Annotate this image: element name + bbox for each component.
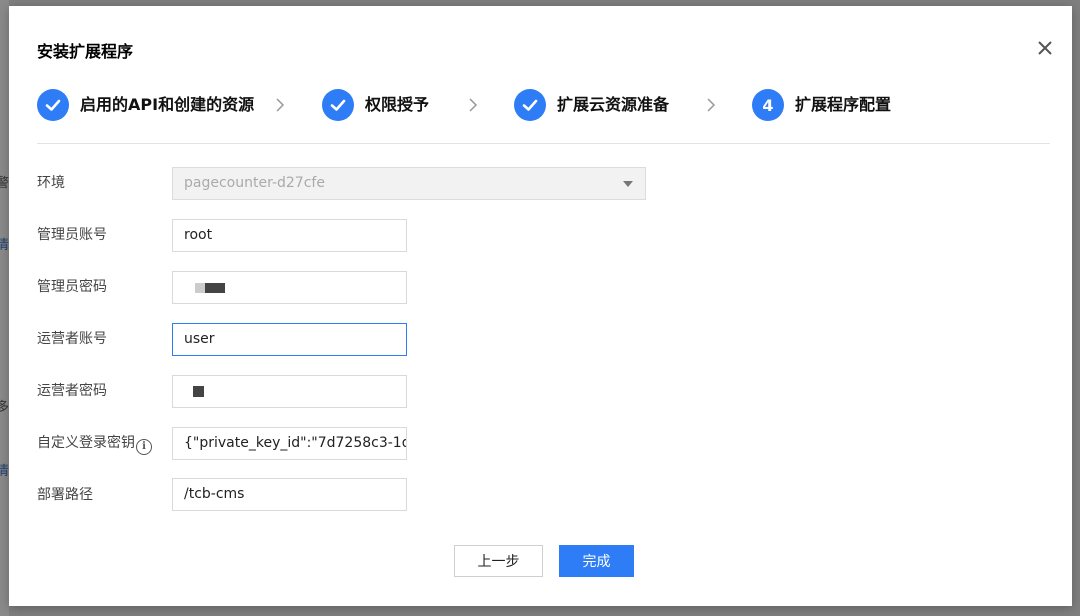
background-fragment: 多	[0, 400, 10, 415]
check-icon	[330, 99, 346, 111]
operator-password-label: 运营者密码	[37, 383, 107, 399]
password-mask	[193, 386, 204, 397]
close-icon	[1038, 41, 1052, 55]
step-1-label: 启用的API和创建的资源	[80, 95, 255, 114]
chevron-right-icon	[276, 98, 285, 112]
info-icon[interactable]: i	[136, 439, 152, 455]
password-mask	[205, 283, 225, 293]
install-extension-dialog: 安装扩展程序 启用的API和创建的资源 权限授予 扩展云资源准备 4 扩展程序配…	[9, 6, 1072, 606]
close-button[interactable]	[1033, 36, 1057, 60]
environment-value: pagecounter-d27cfe	[184, 175, 325, 191]
chevron-right-icon	[469, 98, 478, 112]
admin-account-input[interactable]: root	[172, 219, 407, 252]
environment-select[interactable]: pagecounter-d27cfe	[172, 167, 646, 200]
background-fragment: 清	[0, 238, 10, 253]
password-mask	[195, 283, 205, 293]
check-icon	[45, 99, 61, 111]
step-3-status	[514, 89, 546, 121]
deploy-path-input[interactable]: /tcb-cms	[172, 478, 407, 511]
caret-down-icon	[623, 181, 633, 187]
admin-password-label: 管理员密码	[37, 279, 107, 295]
background-page-left-edge	[0, 0, 9, 616]
background-fragment: 清	[0, 464, 10, 479]
operator-password-input[interactable]	[172, 375, 407, 408]
environment-label: 环境	[37, 175, 65, 191]
chevron-right-icon	[707, 98, 716, 112]
step-2-status	[322, 89, 354, 121]
step-2-label: 权限授予	[365, 95, 430, 114]
operator-account-input[interactable]: user	[172, 323, 407, 356]
step-1-status	[37, 89, 69, 121]
finish-button[interactable]: 完成	[559, 545, 634, 577]
admin-account-label: 管理员账号	[37, 227, 107, 243]
admin-password-input[interactable]	[172, 271, 407, 304]
step-4-label: 扩展程序配置	[795, 95, 892, 114]
header-divider	[37, 143, 1050, 144]
prev-step-button[interactable]: 上一步	[454, 545, 543, 577]
operator-account-label: 运营者账号	[37, 331, 107, 347]
check-icon	[522, 99, 538, 111]
custom-login-key-label: 自定义登录密钥 i	[37, 434, 152, 455]
dialog-title: 安装扩展程序	[37, 42, 134, 61]
background-fragment: 警	[0, 176, 10, 191]
step-3-label: 扩展云资源准备	[557, 95, 670, 114]
deploy-path-label: 部署路径	[37, 487, 93, 503]
custom-login-key-input[interactable]: {"private_key_id":"7d7258c3-1d0	[172, 427, 407, 460]
custom-login-key-text: 自定义登录密钥	[37, 435, 135, 451]
step-4-number: 4	[752, 89, 784, 121]
